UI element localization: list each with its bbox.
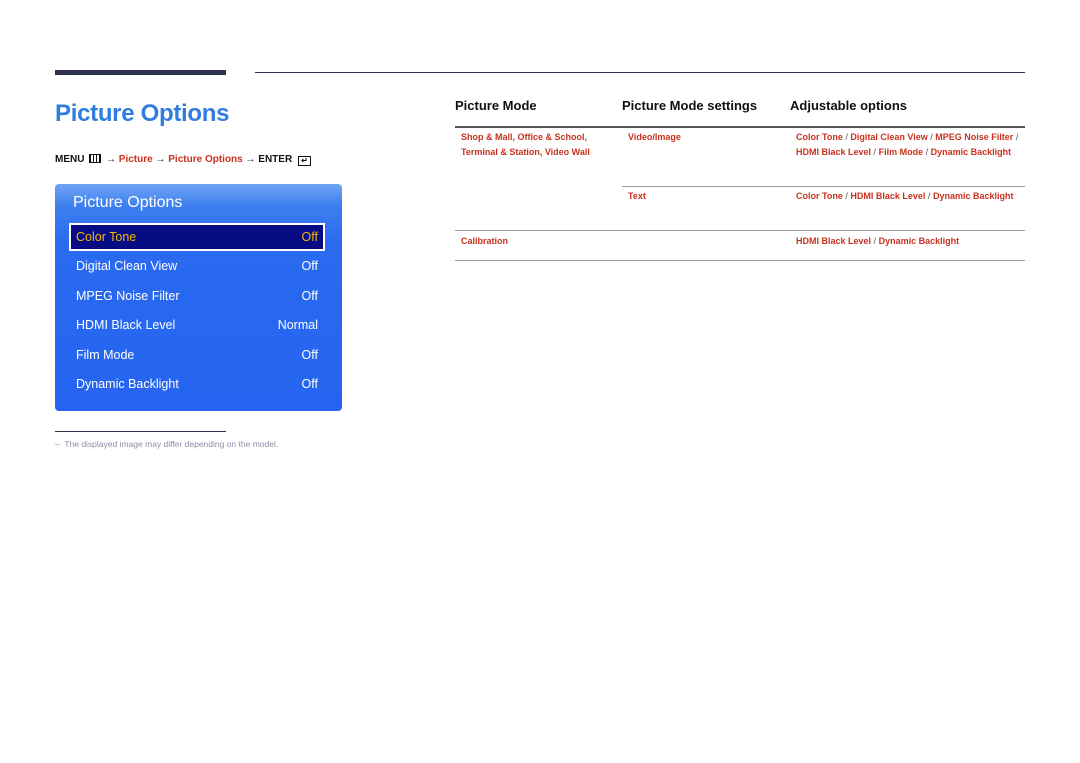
breadcrumb: MENU → Picture → Picture Options → ENTER…	[55, 154, 311, 166]
osd-item-value: Off	[301, 377, 318, 391]
osd-item-label: Digital Clean View	[76, 259, 178, 273]
osd-item-value: Off	[301, 259, 318, 273]
osd-item-digital-clean-view[interactable]: Digital Clean View Off	[70, 253, 324, 279]
column-header-picture-mode-settings: Picture Mode settings	[622, 98, 758, 113]
option: MPEG Noise Filter	[935, 132, 1014, 142]
footnote-text: The displayed image may differ depending…	[64, 439, 279, 449]
osd-item-label: MPEG Noise Filter	[76, 289, 180, 303]
table-cell-settings: Text	[628, 191, 646, 201]
option: Dynamic Backlight	[930, 146, 1012, 157]
table-cell-options: HDMI Black Level / Dynamic Backlight	[796, 234, 1021, 249]
header-rule	[455, 126, 1025, 128]
breadcrumb-arrow: →	[155, 154, 166, 165]
enter-icon: ↵	[297, 156, 311, 166]
table-cell-options: Color Tone / Digital Clean View / MPEG N…	[796, 130, 1021, 159]
osd-item-label: Color Tone	[76, 230, 137, 244]
option: HDMI Black Level	[850, 191, 926, 201]
table-cell-picture-mode: Shop & Mall, Office & School, Terminal &…	[461, 130, 590, 159]
osd-item-dynamic-backlight[interactable]: Dynamic Backlight Off	[70, 371, 324, 397]
table-cell-settings: Video/Image	[628, 132, 681, 142]
option: Film Mode	[878, 146, 924, 157]
osd-item-value: Off	[301, 230, 318, 244]
row-rule	[622, 186, 1025, 187]
option: Dynamic Backlight	[932, 191, 1014, 201]
separator: /	[873, 236, 877, 246]
table-cell-picture-mode: Calibration	[461, 236, 509, 246]
separator: /	[927, 191, 931, 201]
option: HDMI Black Level	[796, 236, 872, 246]
page-title: Picture Options	[55, 100, 230, 127]
osd-item-mpeg-noise-filter[interactable]: MPEG Noise Filter Off	[70, 283, 324, 309]
osd-item-hdmi-black-level[interactable]: HDMI Black Level Normal	[70, 312, 324, 338]
breadcrumb-arrow: →	[245, 154, 256, 165]
separator: /	[845, 191, 848, 201]
row-rule	[455, 260, 1025, 261]
osd-item-color-tone[interactable]: Color Tone Off	[69, 223, 325, 251]
column-header-adjustable-options: Adjustable options	[790, 98, 907, 113]
osd-title: Picture Options	[73, 194, 183, 211]
separator: /	[930, 132, 933, 142]
osd-item-value: Off	[301, 348, 318, 362]
osd-item-film-mode[interactable]: Film Mode Off	[70, 342, 324, 368]
header-rule-thin	[255, 72, 1025, 73]
option: Dynamic Backlight	[878, 236, 960, 246]
breadcrumb-picture-options: Picture Options	[168, 154, 243, 165]
footnote-rule	[55, 431, 226, 432]
breadcrumb-arrow: →	[106, 154, 117, 165]
separator: /	[925, 146, 929, 157]
mode-line: Terminal & Station, Video Wall	[461, 146, 590, 157]
option: Color Tone	[796, 132, 843, 142]
option: Color Tone	[796, 191, 843, 201]
option: Digital Clean View	[850, 132, 928, 142]
breadcrumb-picture: Picture	[118, 154, 153, 165]
table-cell-options: Color Tone / HDMI Black Level / Dynamic …	[796, 189, 1021, 204]
osd-picture-options-menu: Picture Options Color Tone Off Digital C…	[55, 184, 342, 411]
column-header-picture-mode: Picture Mode	[455, 98, 537, 113]
breadcrumb-enter: ENTER	[258, 154, 293, 165]
footnote-dash: –	[55, 439, 60, 449]
separator: /	[845, 132, 848, 142]
separator: /	[873, 146, 877, 157]
breadcrumb-menu: MENU	[55, 154, 85, 165]
menu-icon	[89, 154, 102, 163]
osd-item-label: Film Mode	[76, 348, 135, 362]
osd-item-value: Off	[301, 289, 318, 303]
option: HDMI Black Level	[796, 146, 872, 157]
osd-item-value: Normal	[277, 318, 318, 332]
footnote: – The displayed image may differ dependi…	[55, 439, 278, 449]
osd-item-label: Dynamic Backlight	[76, 377, 179, 391]
header-rule-thick	[55, 70, 226, 75]
osd-item-label: HDMI Black Level	[76, 318, 176, 332]
row-rule	[455, 230, 1025, 231]
separator: /	[1015, 132, 1019, 142]
mode-line: Shop & Mall, Office & School,	[461, 132, 588, 142]
